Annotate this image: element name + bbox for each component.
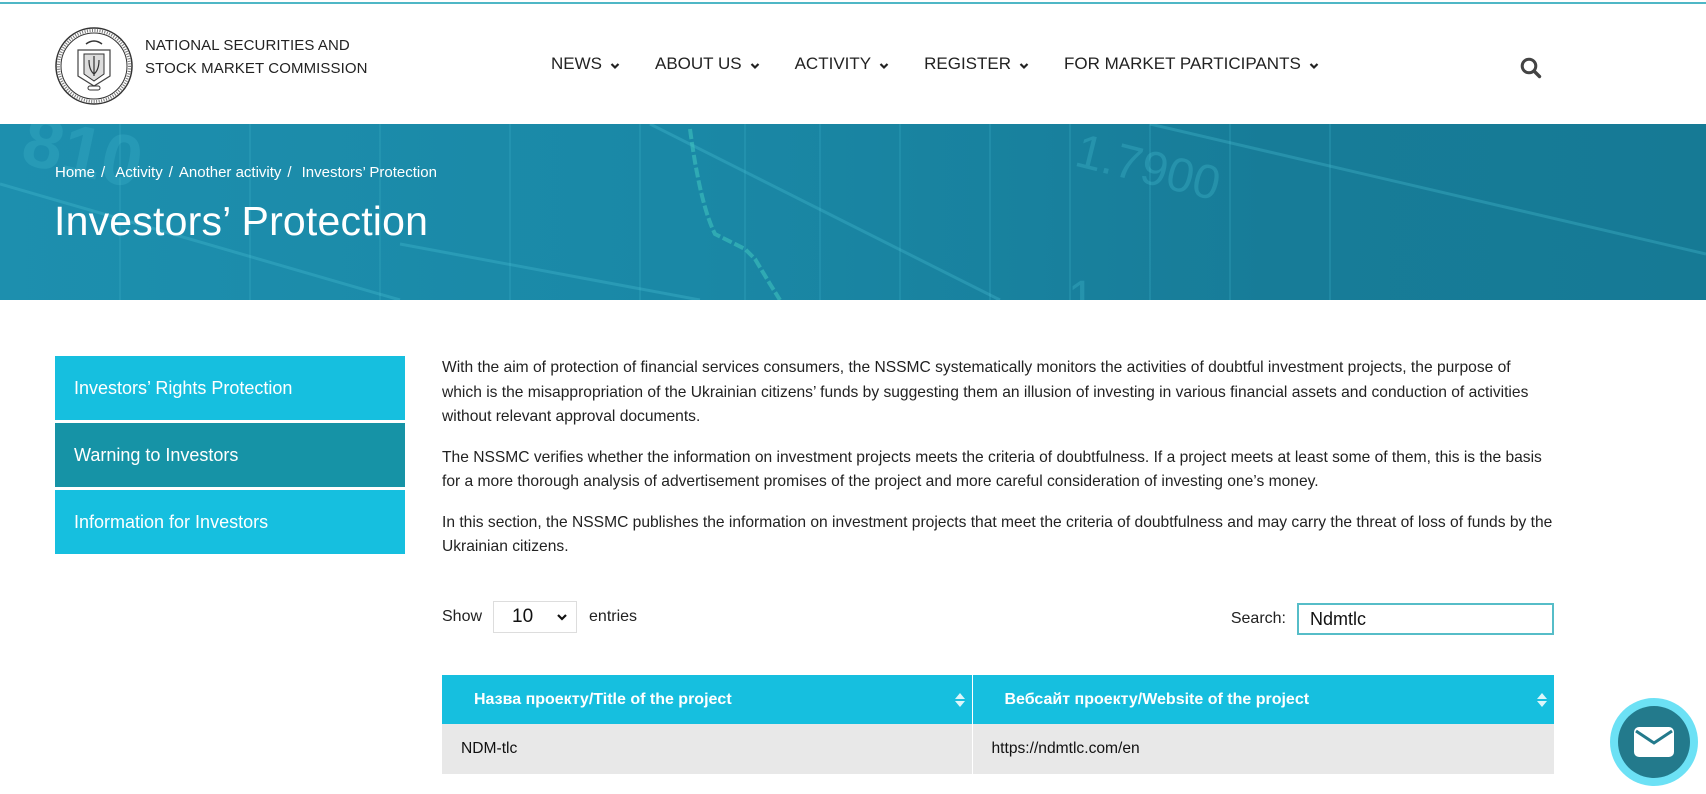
envelope-icon (1634, 727, 1674, 757)
entries-label: entries (589, 608, 638, 625)
nav-label: NEWS (551, 54, 602, 73)
sidebar-item-information-for-investors[interactable]: Information for Investors (55, 490, 405, 554)
breadcrumb-home[interactable]: Home (55, 164, 95, 181)
mail-button-inner (1618, 706, 1690, 778)
sidebar-item-investors-rights-protection[interactable]: Investors’ Rights Protection (55, 356, 405, 420)
sort-icon (1537, 693, 1547, 707)
chevron-down-icon (610, 62, 620, 69)
nav-activity[interactable]: ACTIVITY (795, 54, 890, 74)
state-seal-icon[interactable] (54, 26, 134, 106)
nav-label: ABOUT US (655, 54, 742, 73)
sidebar-menu: Investors’ Rights Protection Warning to … (55, 356, 405, 557)
table-header-row: Назва проекту/Title of the project Вебса… (442, 675, 1554, 724)
table-row: NDM-tlc https://ndmtlc.com/en (442, 724, 1554, 774)
search-icon[interactable] (1519, 56, 1543, 80)
contact-mail-button[interactable] (1610, 698, 1698, 786)
intro-paragraph: With the aim of protection of financial … (442, 359, 1529, 425)
nav-label: ACTIVITY (794, 54, 872, 73)
breadcrumb-another-activity[interactable]: Another activity (179, 164, 282, 181)
sidebar-item-label: Warning to Investors (74, 444, 239, 465)
nav-for-market-participants[interactable]: FOR MARKET PARTICIPANTS (1064, 54, 1319, 74)
table-search: Search: (1231, 603, 1554, 635)
project-website-cell[interactable]: https://ndmtlc.com/en (971, 724, 1554, 774)
sidebar-item-label: Investors’ Rights Protection (74, 377, 293, 398)
chevron-down-icon (1309, 62, 1319, 69)
sort-icon (954, 693, 965, 707)
nav-about-us[interactable]: ABOUT US (655, 54, 760, 74)
sidebar-item-label: Information for Investors (74, 511, 269, 532)
site-header: NATIONAL SECURITIES AND STOCK MARKET COM… (0, 4, 1706, 124)
hero-bg-digits: 1 (1068, 272, 1095, 300)
column-header-website[interactable]: Вебсайт проекту/Website of the project (971, 675, 1554, 724)
nav-label: FOR MARKET PARTICIPANTS (1064, 54, 1301, 73)
projects-table: Назва проекту/Title of the project Вебса… (442, 675, 1554, 774)
entries-length-control: Show 10 entries (442, 600, 637, 634)
chevron-down-icon (750, 62, 759, 69)
breadcrumb: Home / Activity / Another activity / Inv… (55, 164, 437, 181)
column-header-label: Вебсайт проекту/Website of the project (1004, 690, 1310, 708)
table-controls: Show 10 entries Search: (442, 600, 1554, 636)
chevron-down-icon (557, 614, 567, 621)
chevron-down-icon (879, 62, 889, 69)
breadcrumb-separator: / (287, 164, 292, 181)
entries-select-value: 10 (512, 606, 534, 627)
intro-paragraph: The NSSMC verifies whether the informati… (442, 448, 1542, 491)
column-header-title[interactable]: Назва проекту/Title of the project (442, 675, 972, 724)
show-label: Show (442, 608, 483, 625)
breadcrumb-separator: / (168, 164, 173, 181)
column-header-label: Назва проекту/Title of the project (474, 690, 732, 708)
project-title-cell: NDM-tlc (442, 724, 972, 774)
nav-register[interactable]: REGISTER (924, 54, 1029, 74)
brand-name[interactable]: NATIONAL SECURITIES AND STOCK MARKET COM… (145, 34, 368, 80)
entries-select[interactable]: 10 (493, 601, 578, 633)
page-hero-banner: 810 1.7900 1 Home / Activity / Another a… (0, 124, 1706, 300)
page-title: Investors’ Protection (54, 198, 429, 244)
search-label: Search: (1230, 610, 1286, 627)
main-nav: NEWS ABOUT US ACTIVITY REGISTER FOR MARK… (551, 54, 1319, 74)
intro-text: With the aim of protection of financial … (442, 356, 1554, 576)
intro-paragraph: In this section, the NSSMC publishes the… (442, 513, 1553, 556)
nav-label: REGISTER (924, 54, 1012, 73)
sidebar-item-warning-to-investors[interactable]: Warning to Investors (55, 423, 405, 487)
chevron-down-icon (1019, 62, 1029, 69)
nav-news[interactable]: NEWS (551, 54, 620, 74)
breadcrumb-separator: / (101, 164, 106, 181)
brand-line-2: STOCK MARKET COMMISSION (145, 60, 368, 77)
breadcrumb-current: Investors’ Protection (301, 164, 437, 181)
breadcrumb-activity[interactable]: Activity (115, 164, 163, 181)
table-search-input[interactable] (1297, 603, 1554, 635)
brand-line-1: NATIONAL SECURITIES AND (145, 37, 350, 54)
